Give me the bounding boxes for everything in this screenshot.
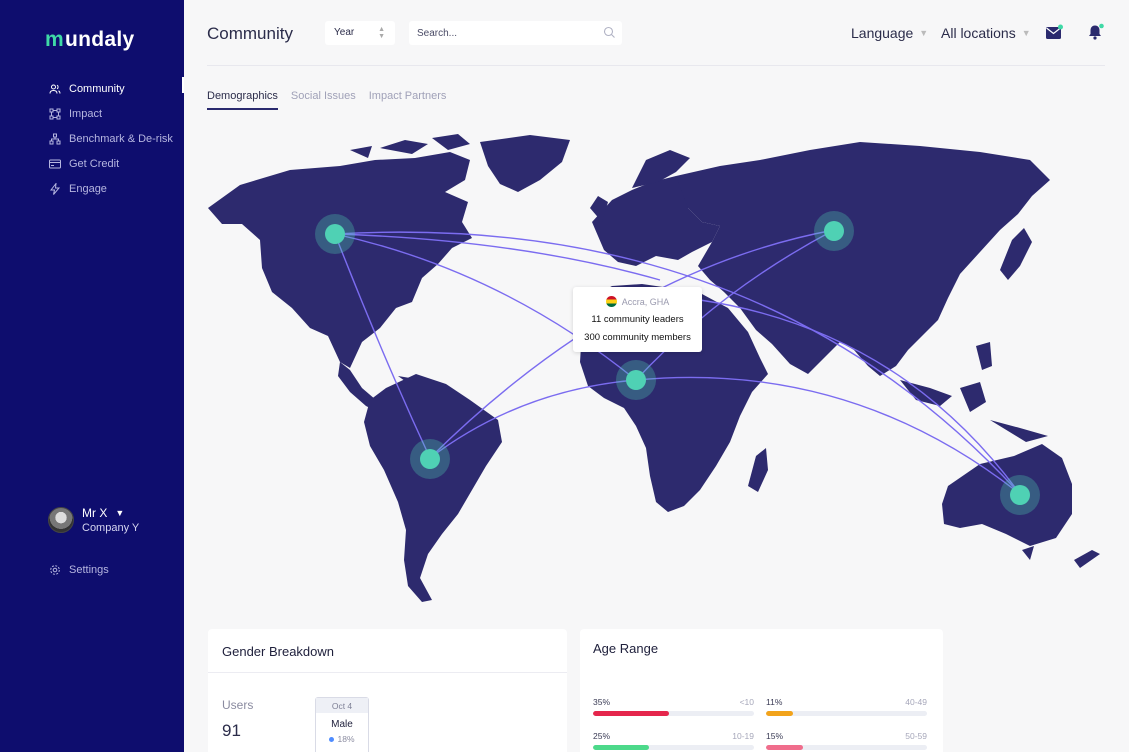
age-bar-fill xyxy=(766,711,794,716)
bolt-icon xyxy=(48,182,61,195)
user-company: Company Y xyxy=(82,522,140,534)
caret-down-icon: ▼ xyxy=(1021,28,1031,38)
age-range: 10-19 xyxy=(732,731,754,741)
age-bar xyxy=(593,711,754,716)
age-bar-fill xyxy=(766,745,804,750)
age-bar-fill xyxy=(593,745,650,750)
users-value: 91 xyxy=(222,721,241,740)
age-bar xyxy=(593,745,754,750)
greenland-landmass xyxy=(480,135,570,192)
card-title: Gender Breakdown xyxy=(222,644,335,659)
age-bar-fill xyxy=(593,711,669,716)
ghana-flag-icon xyxy=(605,296,617,307)
locations-select[interactable]: All locations ▼ xyxy=(941,25,1031,41)
bell-icon[interactable] xyxy=(1087,23,1105,46)
search-input[interactable] xyxy=(409,21,589,45)
age-row: 15% 50-59 xyxy=(766,731,927,750)
chart-tooltip: Oct 4 Male 18% xyxy=(315,697,369,752)
node-accra[interactable] xyxy=(616,360,656,400)
age-pct: 11% xyxy=(766,697,783,707)
sidebar-item-label: Community xyxy=(69,82,125,95)
caret-down-icon: ▼ xyxy=(919,28,929,38)
sidebar-item-label: Get Credit xyxy=(69,157,120,170)
age-range: 50-59 xyxy=(905,731,927,741)
top-header: Community Year ▲▼ Language ▼ All location… xyxy=(184,0,1129,66)
search-box[interactable] xyxy=(409,21,622,45)
user-name: Mr X xyxy=(82,506,108,520)
tooltip-label: Male xyxy=(331,719,353,730)
settings-label: Settings xyxy=(69,563,109,576)
tooltip-location: Accra, GHA xyxy=(621,296,670,307)
tab-impact-partners[interactable]: Impact Partners xyxy=(369,90,447,110)
node-north-america[interactable] xyxy=(315,214,355,254)
mail-icon[interactable] xyxy=(1045,24,1064,46)
continents xyxy=(208,134,1100,602)
user-menu[interactable]: Mr X ▼ Company Y xyxy=(48,506,139,534)
nodes-icon xyxy=(48,107,61,120)
tooltip-members: 300 community members xyxy=(584,332,691,343)
age-row: 25% 10-19 xyxy=(593,731,754,750)
page-title: Community xyxy=(207,24,293,43)
sidebar-item-label: Engage xyxy=(69,182,107,195)
series-dot-icon xyxy=(329,737,335,742)
language-select[interactable]: Language ▼ xyxy=(851,25,928,41)
sidebar: m undaly Community Impact Benchmark & De-… xyxy=(0,0,184,752)
age-pct: 15% xyxy=(766,731,784,741)
age-range: 40-49 xyxy=(905,697,927,707)
sidebar-item-label: Impact xyxy=(69,107,103,120)
tab-bar: Demographics Social Issues Impact Partne… xyxy=(207,90,459,110)
node-south-america[interactable] xyxy=(410,439,450,479)
sidebar-item-label: Benchmark & De-risk xyxy=(69,132,173,145)
sidebar-item-engage[interactable]: Engage xyxy=(48,176,184,201)
gender-breakdown-card: Gender Breakdown Users 91 Oct 4 Male 18% xyxy=(208,629,567,752)
age-row: 11% 40-49 xyxy=(766,697,927,716)
avatar xyxy=(48,507,74,533)
tooltip-date: Oct 4 xyxy=(316,698,368,713)
age-bar xyxy=(766,745,927,750)
card-divider xyxy=(208,672,567,673)
new-zealand-islands xyxy=(1022,546,1100,568)
tooltip-pct: 18% xyxy=(337,734,355,744)
period-select[interactable]: Year ▲ ▼ xyxy=(325,21,395,45)
header-divider xyxy=(207,65,1105,66)
node-australia[interactable] xyxy=(1000,475,1040,515)
age-pct: 35% xyxy=(593,697,611,707)
logo-mark: m xyxy=(45,28,64,51)
sidebar-item-get-credit[interactable]: Get Credit xyxy=(48,151,184,176)
card-title: Age Range xyxy=(593,641,659,656)
tab-demographics[interactable]: Demographics xyxy=(207,90,278,110)
tab-social-issues[interactable]: Social Issues xyxy=(291,90,356,110)
madagascar-island xyxy=(748,448,768,492)
users-label: Users xyxy=(222,698,254,712)
search-icon[interactable] xyxy=(603,26,616,44)
south-america-landmass xyxy=(364,374,502,602)
location-tooltip: Accra, GHA 11 community leaders 300 comm… xyxy=(573,287,702,352)
age-bar xyxy=(766,711,927,716)
sidebar-item-benchmark[interactable]: Benchmark & De-risk xyxy=(48,126,184,151)
north-america-landmass xyxy=(208,152,472,368)
sidebar-item-community[interactable]: Community xyxy=(48,76,184,101)
hierarchy-icon xyxy=(48,132,61,145)
sidebar-item-impact[interactable]: Impact xyxy=(48,101,184,126)
tooltip-leaders: 11 community leaders xyxy=(591,314,684,325)
age-pct: 25% xyxy=(593,731,611,741)
users-icon xyxy=(48,82,61,95)
sort-arrows-icon: ▲ ▼ xyxy=(378,26,385,40)
settings-link[interactable]: Settings xyxy=(48,563,109,576)
gear-icon xyxy=(48,563,61,576)
age-row: 35% <10 xyxy=(593,697,754,716)
credit-card-icon xyxy=(48,157,61,170)
app-logo[interactable]: m undaly xyxy=(45,28,134,52)
age-range: <10 xyxy=(739,697,754,707)
node-asia[interactable] xyxy=(814,211,854,251)
language-label: Language xyxy=(851,25,914,41)
period-select-value: Year xyxy=(334,27,355,38)
logo-text: undaly xyxy=(64,28,135,51)
sidebar-nav: Community Impact Benchmark & De-risk Get… xyxy=(48,76,184,201)
caret-down-icon: ▼ xyxy=(115,508,125,518)
world-map xyxy=(208,134,1100,602)
japan-islands xyxy=(1000,228,1032,280)
locations-label: All locations xyxy=(941,25,1016,41)
age-range-card: Age Range 35% <10 11% 40-49 25% 10-19 15% 50… xyxy=(580,629,943,752)
